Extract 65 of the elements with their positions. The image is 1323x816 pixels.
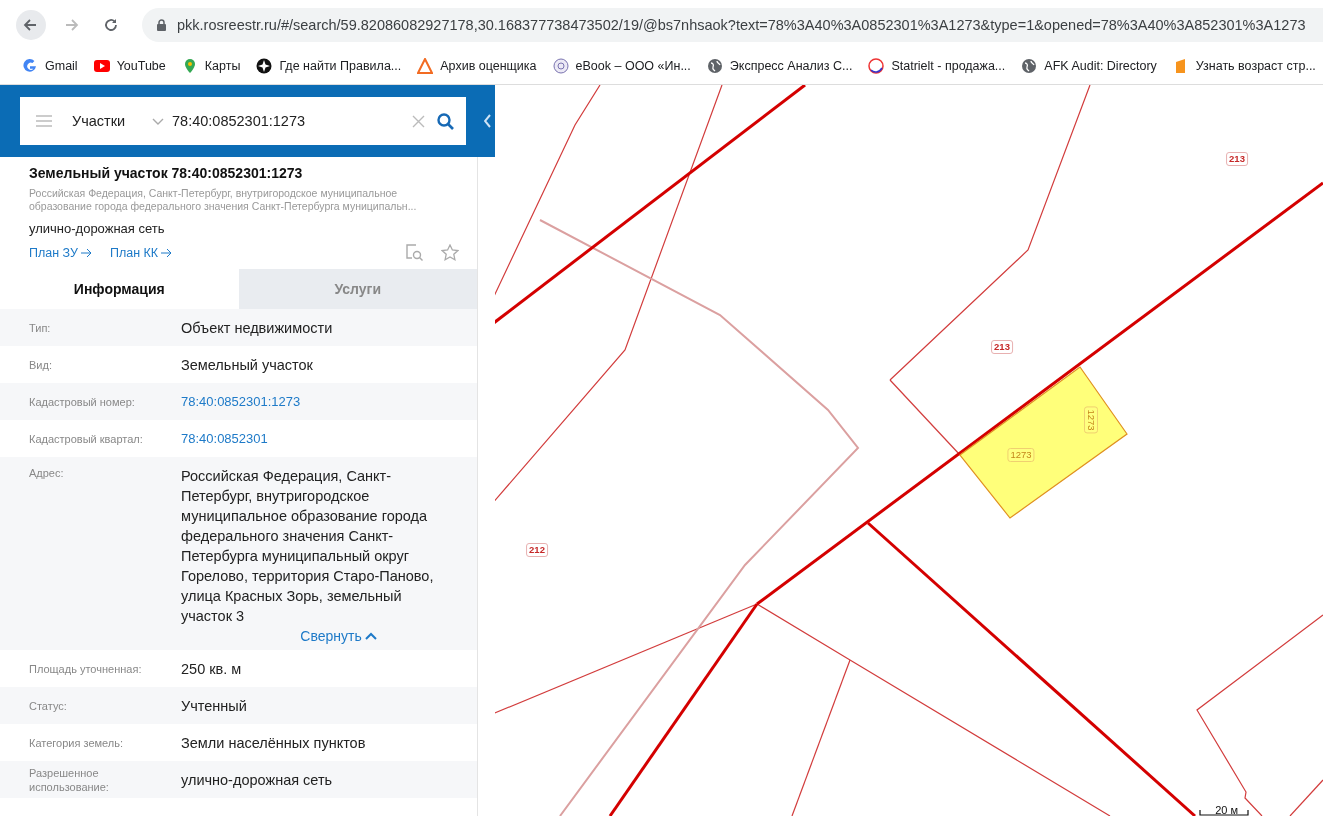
field-value: Земли населённых пунктов [181,733,367,753]
address-bar[interactable]: pkk.rosreestr.ru/#/search/59.82086082927178,30.168377738473502/19/@bs7nhsaok?text=78%3A40%3A0852301%3A1273&type=1&opened=78%3A40%3A852301%3A1273 [142,8,1323,42]
chevron-left-icon [483,114,492,128]
field-label: Адрес: [29,466,65,480]
field-value: Российская Федерация, Санкт-Петербург, внутригородское муниципальное образование города федерального значения Санкт-Петербурга муниципальный округ Горелово, территория Старо-Паново, улица Красных Зорь, земельный участок 3 [181,467,435,626]
circle-logo-icon [552,58,569,74]
selected-parcel[interactable] [959,366,1128,519]
menu-icon[interactable] [36,115,52,127]
field-value: Учтенный [181,696,248,716]
bookmark-link[interactable]: Архив оценщика [417,58,537,74]
back-button[interactable] [16,10,46,40]
parcel-number-label: 1273 [1007,448,1035,462]
compass-icon [256,58,273,74]
bookmark-link[interactable]: YouTube [93,58,166,74]
bookmark-link[interactable]: Statrielt - продажа... [868,58,1006,74]
field-label: Вид: [29,357,53,372]
search-icon[interactable] [437,112,454,130]
field-link[interactable]: 78:40:0852301 [181,428,456,449]
field-label: Категория земель: [29,735,125,750]
collapse-link[interactable]: Свернуть [300,628,377,644]
bookmark-link[interactable]: Gmail [22,58,78,74]
field-label: Разрешенное использование: [29,765,110,794]
chevron-down-icon[interactable] [152,117,164,125]
result-address: Российская Федерация, Санкт-Петербург, внутригородское муниципальное образование города федерального значения Санкт-Петербурга муниципальн... [29,187,418,213]
scale-label: 20 м [1215,804,1238,816]
plan-link[interactable]: План КК [109,245,173,260]
bookmark-link[interactable]: Где найти Правила... [256,58,402,74]
lock-icon [156,18,167,32]
triangle-icon [417,58,434,74]
field-value: 250 кв. м [181,659,243,679]
letter-g-icon [22,58,38,74]
parcel-number-label: 1273 [1084,406,1098,434]
chevron-up-icon [364,631,377,641]
field-label: Площадь уточненная: [29,661,143,676]
arrow-right-icon [161,247,173,258]
search-field[interactable]: Участки 78:40:0852301:1273 [20,97,466,145]
bookmark-link[interactable]: eBook – ООО «Ин... [552,58,691,74]
document-search-icon[interactable] [406,244,423,261]
parcel-number-label: 213 [1226,152,1248,166]
field-label: Тип: [29,320,52,335]
forward-arrow-icon [63,17,79,33]
bookmark-link[interactable]: Узнать возраст стр... [1172,58,1316,74]
category-select[interactable]: Участки [72,113,152,129]
close-icon[interactable] [412,114,425,128]
result-title: Земельный участок 78:40:0852301:1273 [29,165,304,181]
field-label: Кадастровый квартал: [29,431,144,446]
bookmark-link[interactable]: AFK Audit: Directory [1021,58,1157,74]
plan-link[interactable]: План ЗУ [29,245,92,260]
field-value: улично-дорожная сеть [181,770,334,790]
parcel-number-label: 212 [526,543,548,557]
star-icon[interactable] [441,244,459,261]
arrow-right-icon [80,247,92,258]
bookmark-link[interactable]: Карты [181,58,241,74]
field-value: Объект недвижимости [181,318,334,338]
field-label: Статус: [29,698,68,713]
circle-logo-icon [868,58,885,74]
parcel-number-label: 213 [991,340,1013,354]
bookmark-link[interactable]: Экспресс Анализ С... [706,58,853,74]
field-link[interactable]: 78:40:0852301:1273 [181,391,456,412]
field-value: Земельный участок [181,355,314,375]
field-label: Кадастровый номер: [29,394,136,409]
play-icon [93,58,110,74]
result-purpose: улично-дорожная сеть [29,221,166,236]
back-arrow-icon [23,17,39,33]
reload-icon [103,17,119,33]
